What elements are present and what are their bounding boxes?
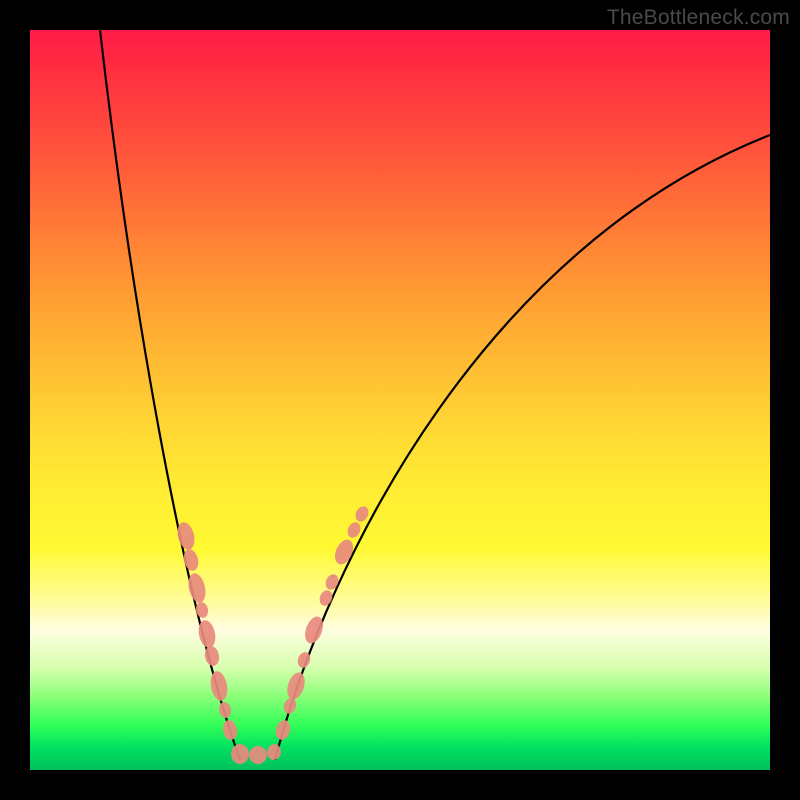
chart-svg (30, 30, 770, 770)
marker-layer (175, 504, 371, 764)
data-marker (218, 701, 233, 719)
curve-group (100, 30, 770, 760)
data-marker (249, 746, 267, 764)
data-marker (284, 670, 308, 702)
data-marker (353, 504, 371, 524)
data-marker (231, 744, 249, 764)
left-curve (100, 30, 240, 760)
data-marker (274, 718, 293, 741)
watermark-text: TheBottleneck.com (607, 6, 790, 30)
right-curve (275, 135, 770, 760)
data-marker (345, 520, 363, 540)
data-marker (323, 572, 340, 591)
data-marker (221, 719, 238, 741)
data-marker (282, 697, 298, 716)
data-marker (194, 601, 209, 619)
plot-area (30, 30, 770, 770)
data-marker (317, 588, 334, 607)
data-marker (208, 670, 229, 703)
